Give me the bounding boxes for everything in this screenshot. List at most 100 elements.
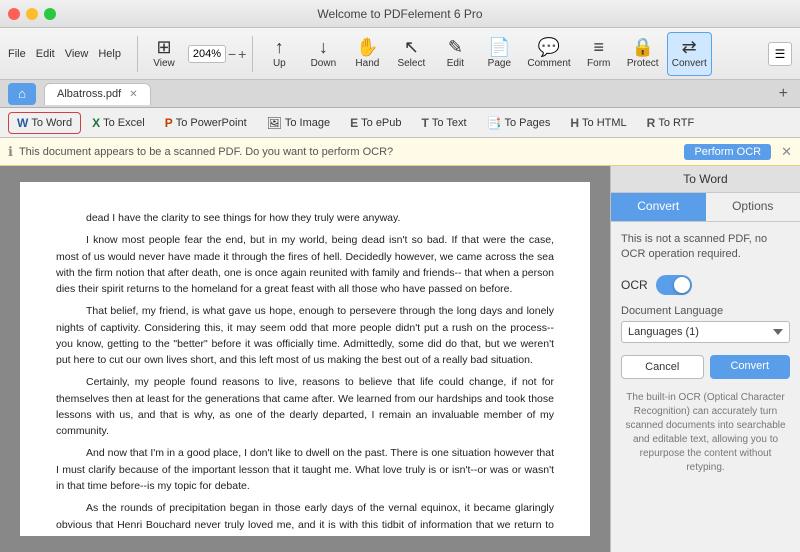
convert-to-excel-label: To Excel	[103, 117, 145, 129]
convert-to-word[interactable]: W To Word	[8, 112, 81, 134]
convert-to-powerpoint[interactable]: P To PowerPoint	[156, 112, 256, 134]
pdf-paragraph-3: That belief, my friend, is what gave us …	[56, 303, 554, 368]
convert-to-rtf-label: To RTF	[658, 117, 694, 129]
tab-options[interactable]: Options	[706, 193, 800, 221]
toolbar-form-label: Form	[587, 58, 610, 69]
pdf-view[interactable]: dead I have the clarity to see things fo…	[0, 166, 610, 552]
convert-to-text[interactable]: T To Text	[413, 112, 476, 134]
toolbar-select-label: Select	[397, 58, 425, 69]
toolbar-convert-label: Convert	[672, 58, 707, 69]
image-icon: 🖼	[267, 116, 282, 130]
toolbar-comment-label: Comment	[527, 58, 570, 69]
convert-to-excel[interactable]: X To Excel	[83, 112, 154, 134]
toolbar-hand[interactable]: ✋ Hand	[347, 32, 387, 76]
convert-to-epub-label: To ePub	[361, 117, 401, 129]
zoom-input[interactable]	[188, 45, 226, 63]
ppt-icon: P	[165, 116, 173, 130]
toolbar-page-label: Page	[488, 58, 511, 69]
sidebar-toggle[interactable]: ☰	[768, 42, 792, 66]
ocr-toggle[interactable]	[656, 275, 692, 295]
convert-to-pages-label: To Pages	[504, 117, 550, 129]
zoom-minus[interactable]: −	[228, 46, 236, 62]
toolbar-page[interactable]: 📄 Page	[479, 32, 519, 76]
ocr-label: OCR	[621, 278, 648, 292]
ocr-bar-message: This document appears to be a scanned PD…	[19, 146, 679, 158]
main-area: dead I have the clarity to see things fo…	[0, 166, 800, 552]
home-tab[interactable]: ⌂	[8, 83, 36, 105]
toolbar-up-label: Up	[273, 58, 286, 69]
toggle-knob	[674, 277, 690, 293]
toolbar-hand-label: Hand	[355, 58, 379, 69]
minimize-button[interactable]	[26, 8, 38, 20]
tab-add-button[interactable]: +	[775, 85, 792, 103]
toolbar-form[interactable]: ≡ Form	[579, 32, 619, 76]
right-panel-content: This is not a scanned PDF, no OCR operat…	[611, 222, 800, 552]
language-select[interactable]: Languages (1)	[621, 321, 790, 343]
convert-to-rtf[interactable]: R To RTF	[638, 112, 704, 134]
menu-file[interactable]: File	[8, 48, 26, 60]
rp-info-text: This is not a scanned PDF, no OCR operat…	[621, 232, 790, 263]
hand-icon: ✋	[356, 38, 378, 56]
divider-2	[252, 36, 253, 72]
toolbar-edit-label: Edit	[447, 58, 464, 69]
ocr-notification-bar: ℹ This document appears to be a scanned …	[0, 138, 800, 166]
divider-1	[137, 36, 138, 72]
ocr-toggle-row: OCR	[621, 275, 790, 295]
tab-convert[interactable]: Convert	[611, 193, 706, 221]
excel-icon: X	[92, 116, 100, 130]
convert-button[interactable]: Convert	[710, 355, 791, 379]
convert-to-html[interactable]: H To HTML	[561, 112, 635, 134]
convert-to-image[interactable]: 🖼 To Image	[258, 112, 339, 134]
up-icon: ↑	[275, 38, 284, 56]
convert-bar: W To Word X To Excel P To PowerPoint 🖼 T…	[0, 108, 800, 138]
epub-icon: E	[350, 116, 358, 130]
maximize-button[interactable]	[44, 8, 56, 20]
select-icon: ↖	[404, 38, 419, 56]
cancel-button[interactable]: Cancel	[621, 355, 704, 379]
right-panel-tabs: Convert Options	[611, 193, 800, 222]
toolbar-select[interactable]: ↖ Select	[391, 32, 431, 76]
close-button[interactable]	[8, 8, 20, 20]
toolbar-comment[interactable]: 💬 Comment	[523, 32, 574, 76]
menu-help[interactable]: Help	[98, 48, 121, 60]
lang-label: Document Language	[621, 305, 790, 317]
app-title: Welcome to PDFelement 6 Pro	[317, 7, 482, 21]
toolbar-down-label: Down	[311, 58, 337, 69]
edit-icon: ✎	[448, 38, 463, 56]
page-icon: 📄	[488, 38, 510, 56]
toolbar-view-label: View	[153, 58, 175, 69]
pdf-paragraph-4: Certainly, my people found reasons to li…	[56, 374, 554, 439]
form-icon: ≡	[593, 38, 604, 56]
tab-bar: ⌂ Albatross.pdf ✕ +	[0, 80, 800, 108]
toolbar-edit[interactable]: ✎ Edit	[435, 32, 475, 76]
toolbar-up[interactable]: ↑ Up	[259, 32, 299, 76]
convert-to-pages[interactable]: 📑 To Pages	[478, 112, 560, 134]
rp-footer-text: The built-in OCR (Optical Character Reco…	[621, 391, 790, 475]
word-icon: W	[17, 116, 28, 130]
window-controls[interactable]	[8, 8, 56, 20]
convert-icon: ⇄	[682, 38, 697, 56]
menu-edit[interactable]: Edit	[36, 48, 55, 60]
toolbar-protect[interactable]: 🔒 Protect	[623, 32, 663, 76]
menu-view[interactable]: View	[65, 48, 89, 60]
toolbar-down[interactable]: ↓ Down	[303, 32, 343, 76]
pages-icon: 📑	[487, 116, 502, 130]
right-panel-title: To Word	[611, 166, 800, 193]
ocr-close-icon[interactable]: ✕	[781, 144, 792, 160]
zoom-plus[interactable]: +	[238, 46, 246, 62]
title-bar: Welcome to PDFelement 6 Pro	[0, 0, 800, 28]
toolbar-view[interactable]: ⊞ View	[144, 32, 184, 76]
perform-ocr-button[interactable]: Perform OCR	[684, 144, 771, 160]
toolbar-convert[interactable]: ⇄ Convert	[667, 32, 712, 76]
protect-icon: 🔒	[632, 38, 654, 56]
convert-to-text-label: To Text	[432, 117, 467, 129]
convert-to-epub[interactable]: E To ePub	[341, 112, 410, 134]
right-panel: To Word Convert Options This is not a sc…	[610, 166, 800, 552]
document-tab[interactable]: Albatross.pdf ✕	[44, 83, 151, 105]
pdf-paragraph-2: I know most people fear the end, but in …	[56, 232, 554, 297]
convert-to-html-label: To HTML	[582, 117, 627, 129]
tab-close-icon[interactable]: ✕	[129, 89, 137, 100]
ocr-info-icon: ℹ	[8, 144, 13, 160]
toolbar: File Edit View Help ⊞ View − + ↑ Up ↓ Do…	[0, 28, 800, 80]
pdf-paragraph-1: dead I have the clarity to see things fo…	[56, 210, 554, 226]
